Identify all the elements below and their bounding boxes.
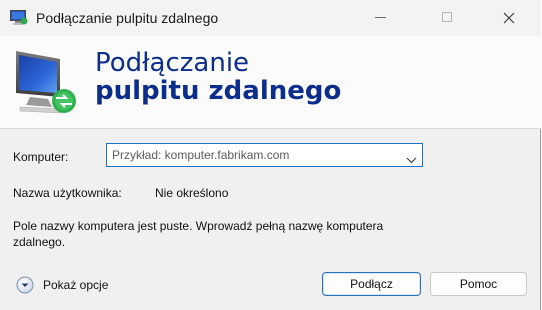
rdp-window: Podłączanie pulpitu zdalnego Podłączanie…: [0, 0, 541, 310]
username-value: Nie określono: [155, 186, 229, 200]
banner-title-line2: pulpitu zdalnego: [95, 76, 342, 106]
minimize-button[interactable]: [357, 0, 403, 36]
computer-label: Komputer:: [13, 150, 69, 164]
maximize-button[interactable]: [424, 0, 470, 36]
close-button[interactable]: [486, 0, 532, 36]
validation-message: Pole nazwy komputera jest puste. Wprowad…: [13, 219, 384, 249]
remote-desktop-icon: [10, 10, 28, 26]
window-title: Podłączanie pulpitu zdalnego: [36, 10, 219, 26]
chevron-down-icon[interactable]: [406, 151, 417, 169]
title-bar[interactable]: Podłączanie pulpitu zdalnego: [0, 0, 541, 36]
show-options-label[interactable]: Pokaż opcje: [43, 278, 108, 292]
banner-title-line1: Podłączanie: [95, 48, 250, 78]
connect-button[interactable]: Podłącz: [322, 272, 421, 296]
computer-input[interactable]: Przykład: komputer.fabrikam.com: [112, 148, 289, 162]
header-banner: Podłączanie pulpitu zdalnego: [0, 36, 541, 129]
help-button[interactable]: Pomoc: [430, 272, 527, 296]
close-icon: [503, 12, 515, 24]
username-label: Nazwa użytkownika:: [13, 186, 122, 200]
chevron-down-circle-icon[interactable]: [16, 276, 34, 294]
remote-desktop-monitor-icon: [12, 47, 84, 119]
computer-combobox[interactable]: Przykład: komputer.fabrikam.com: [106, 143, 423, 167]
